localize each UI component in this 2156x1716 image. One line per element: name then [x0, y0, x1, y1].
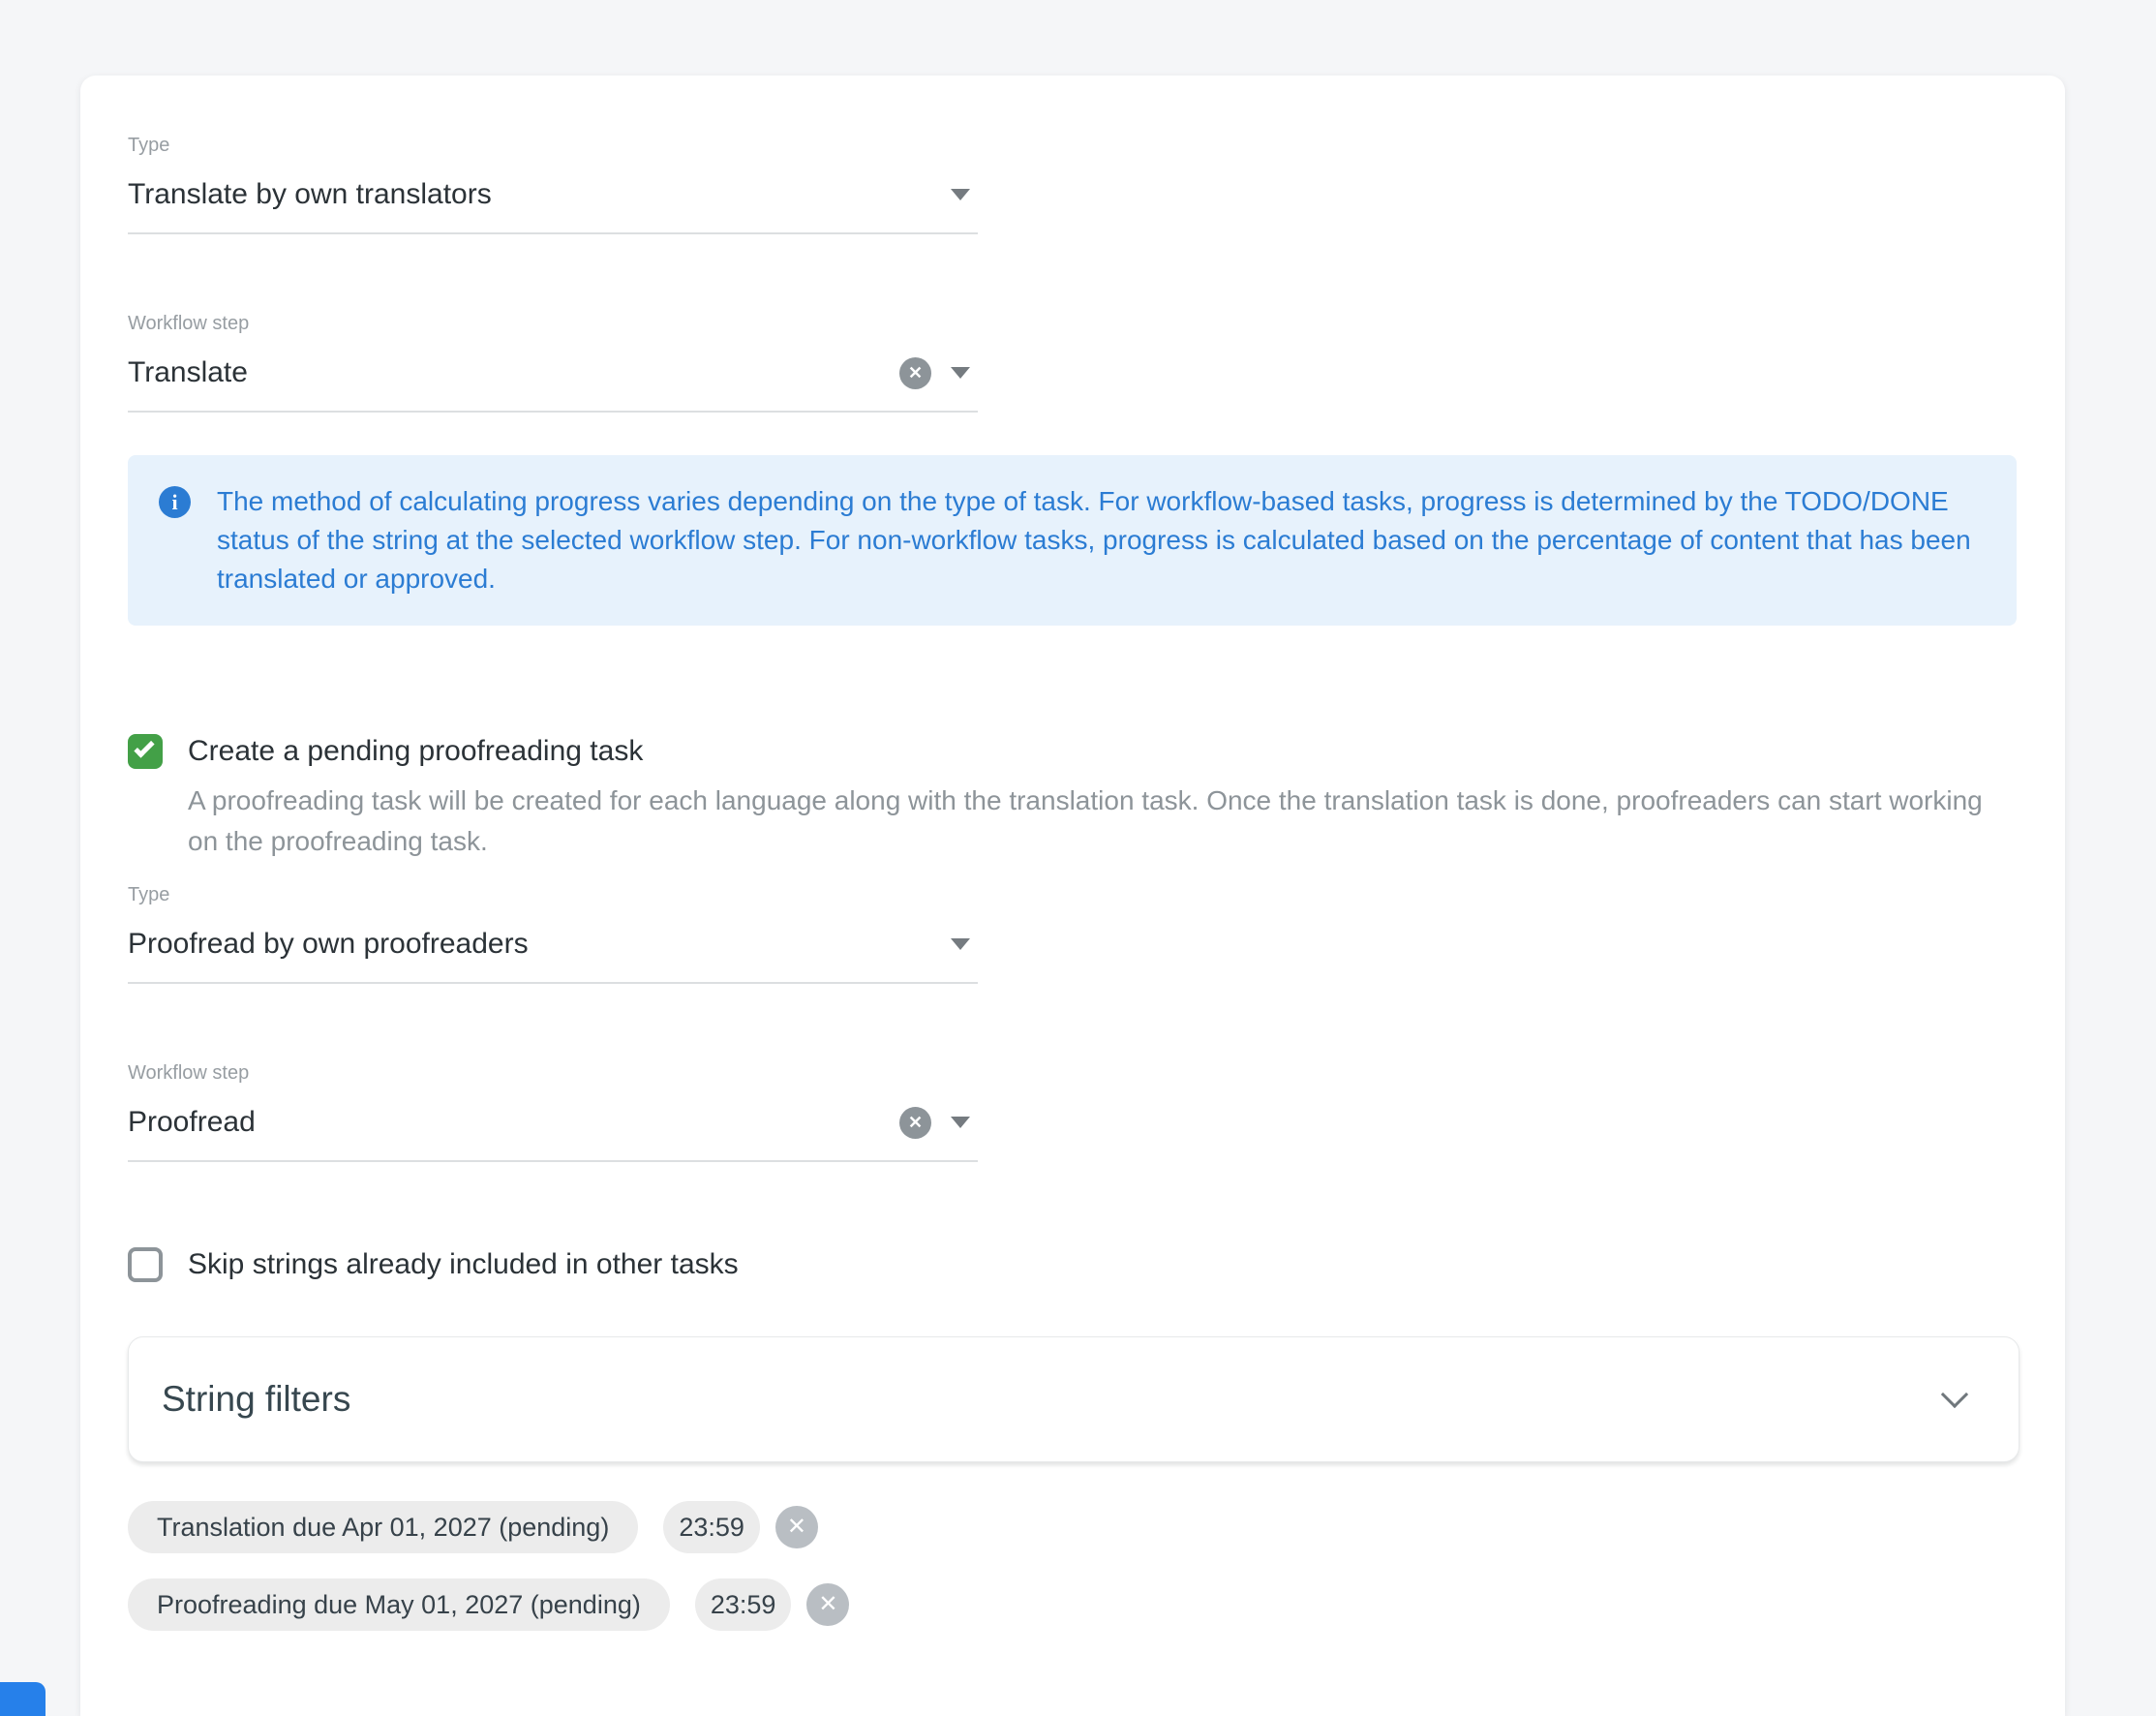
deadline-time-chip[interactable]: 23:59: [663, 1501, 760, 1553]
checkmark-icon: [134, 737, 154, 757]
proofreading-workflow-label: Workflow step: [128, 1061, 2018, 1085]
translation-type-select[interactable]: Translate by own translators: [128, 157, 978, 234]
chat-widget-button[interactable]: [0, 1682, 46, 1716]
skip-option-section: Skip strings already included in other t…: [128, 1247, 2018, 1282]
chevron-down-icon: [951, 938, 970, 950]
remove-deadline-icon[interactable]: ✕: [775, 1506, 818, 1548]
chevron-down-icon: [951, 367, 970, 379]
deadline-row-translation: Translation due Apr 01, 2027 (pending) 2…: [128, 1501, 2018, 1553]
translation-workflow-label: Workflow step: [128, 312, 2018, 335]
proofreading-workflow-value: Proofread: [128, 1106, 899, 1139]
progress-info-banner: i The method of calculating progress var…: [128, 455, 2017, 626]
proofreading-workflow-select[interactable]: Proofread ✕: [128, 1085, 978, 1162]
progress-info-text: The method of calculating progress varie…: [217, 482, 1978, 598]
remove-deadline-icon[interactable]: ✕: [806, 1583, 849, 1626]
info-icon: i: [159, 486, 191, 518]
chevron-down-icon: [951, 189, 970, 200]
clear-icon[interactable]: ✕: [899, 1107, 931, 1139]
proofreading-type-field: Type Proofread by own proofreaders: [128, 883, 2018, 984]
proofreading-type-value: Proofread by own proofreaders: [128, 928, 951, 961]
chevron-down-icon[interactable]: [1941, 1381, 1968, 1408]
clear-icon[interactable]: ✕: [899, 357, 931, 389]
proofreading-workflow-field: Workflow step Proofread ✕: [128, 1061, 2018, 1162]
string-filters-title: String filters: [162, 1379, 1945, 1420]
skip-strings-checkbox[interactable]: [128, 1247, 163, 1282]
string-filters-panel[interactable]: String filters: [128, 1336, 2019, 1462]
proofreading-checkbox-description: A proofreading task will be created for …: [188, 781, 2018, 862]
task-form-card: Type Translate by own translators Workfl…: [80, 76, 2065, 1716]
translation-type-value: Translate by own translators: [128, 178, 951, 211]
skip-strings-checkbox-label: Skip strings already included in other t…: [188, 1248, 739, 1281]
proofreading-type-label: Type: [128, 883, 2018, 906]
chevron-down-icon: [951, 1117, 970, 1128]
translation-type-field: Type Translate by own translators: [128, 134, 2018, 234]
translation-workflow-select[interactable]: Translate ✕: [128, 335, 978, 413]
deadline-chips: Translation due Apr 01, 2027 (pending) 2…: [128, 1501, 2018, 1631]
translation-workflow-field: Workflow step Translate ✕: [128, 312, 2018, 413]
deadline-chip[interactable]: Proofreading due May 01, 2027 (pending): [128, 1578, 670, 1631]
translation-workflow-value: Translate: [128, 356, 899, 389]
translation-type-label: Type: [128, 134, 2018, 157]
deadline-time-chip[interactable]: 23:59: [695, 1578, 792, 1631]
proofreading-option-section: Create a pending proofreading task A pro…: [128, 734, 2018, 862]
proofreading-type-select[interactable]: Proofread by own proofreaders: [128, 906, 978, 984]
deadline-chip[interactable]: Translation due Apr 01, 2027 (pending): [128, 1501, 638, 1553]
deadline-row-proofreading: Proofreading due May 01, 2027 (pending) …: [128, 1578, 2018, 1631]
proofreading-checkbox-label: Create a pending proofreading task: [188, 735, 643, 768]
proofreading-checkbox[interactable]: [128, 734, 163, 769]
